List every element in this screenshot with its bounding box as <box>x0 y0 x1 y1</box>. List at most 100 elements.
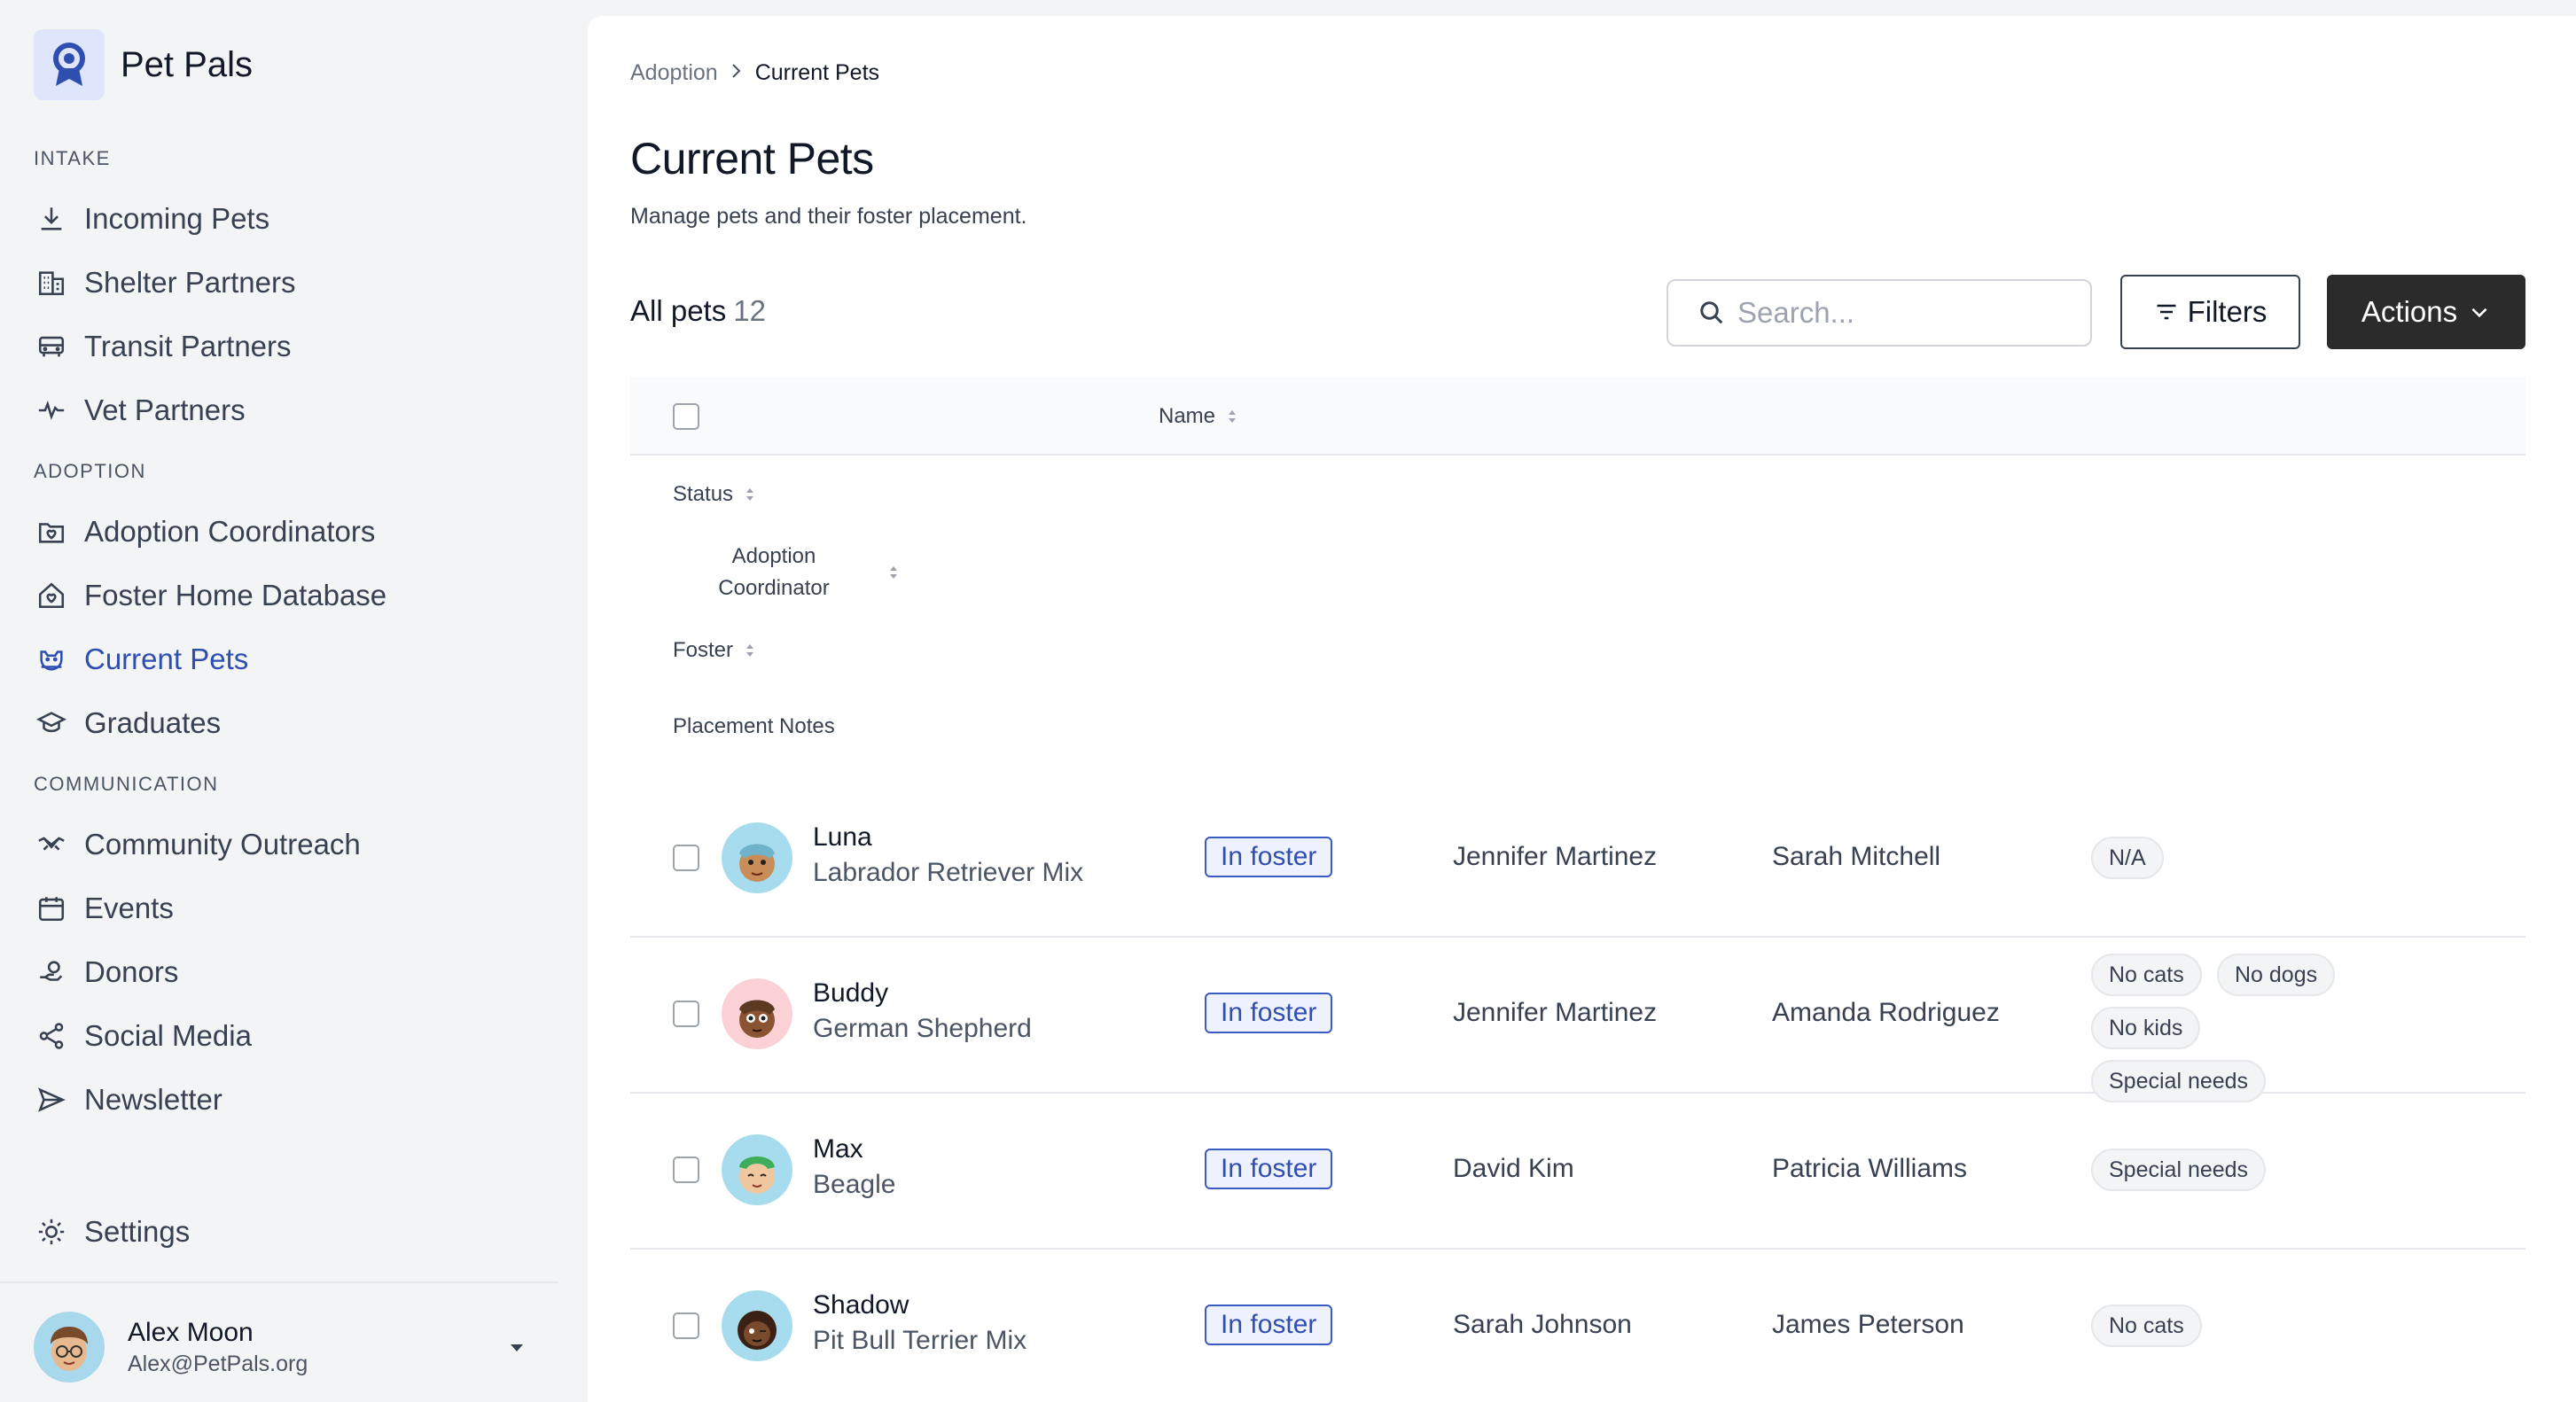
actions-label: Actions <box>2361 295 2458 328</box>
coordinator-cell: Jennifer Martinez <box>1453 842 1658 871</box>
column-header-foster[interactable]: Foster <box>673 638 756 663</box>
nav-label: Foster Home Database <box>84 579 387 611</box>
nav-label: Current Pets <box>84 643 249 675</box>
nav-section-communication: COMMUNICATION <box>34 773 219 795</box>
graduation-cap-icon <box>34 705 69 741</box>
column-label-line1: Adoption <box>731 544 816 568</box>
nav-item-vet-partners[interactable]: Vet Partners <box>34 386 246 435</box>
hand-coin-icon <box>34 954 69 990</box>
nav-item-newsletter[interactable]: Newsletter <box>34 1075 222 1125</box>
page-title: Current Pets <box>630 134 874 183</box>
sort-icon <box>1229 410 1237 423</box>
foster-cell: Sarah Mitchell <box>1772 842 1941 871</box>
note-chip: N/A <box>2091 837 2164 879</box>
nav-item-graduates[interactable]: Graduates <box>34 698 221 748</box>
nav-item-settings[interactable]: Settings <box>34 1207 190 1257</box>
share-icon <box>34 1018 69 1054</box>
select-all-checkbox[interactable] <box>673 403 699 430</box>
row-checkbox[interactable] <box>673 845 699 871</box>
filters-label: Filters <box>2187 295 2268 328</box>
nav-item-foster-home-database[interactable]: Foster Home Database <box>34 571 386 620</box>
nav-item-adoption-coordinators[interactable]: Adoption Coordinators <box>34 507 375 557</box>
nav-item-current-pets[interactable]: Current Pets <box>34 635 248 684</box>
column-header-placement-notes[interactable]: Placement Notes <box>673 714 835 739</box>
row-checkbox[interactable] <box>673 1157 699 1183</box>
column-label: Placement Notes <box>673 714 835 738</box>
filters-button[interactable]: Filters <box>2120 275 2300 349</box>
pet-avatar <box>722 822 792 893</box>
nav-label: Settings <box>84 1215 191 1248</box>
nav-label: Newsletter <box>84 1083 222 1116</box>
user-menu[interactable]: Alex Moon Alex@PetPals.org <box>34 1312 530 1383</box>
pet-avatar <box>722 1290 792 1361</box>
user-name: Alex Moon <box>128 1317 254 1347</box>
note-chip: No kids <box>2091 1007 2201 1049</box>
chevron-right-icon <box>730 62 743 85</box>
breadcrumb: Adoption Current Pets <box>630 60 879 86</box>
breadcrumb-adoption[interactable]: Adoption <box>630 60 718 86</box>
sidebar: Pet Pals INTAKE Incoming Pets Shelter Pa… <box>0 0 558 1402</box>
column-label: Status <box>673 482 734 506</box>
sort-icon[interactable] <box>887 564 900 581</box>
table-row[interactable]: Max Beagle In foster David Kim Patricia … <box>630 1094 2525 1250</box>
nav-label: Vet Partners <box>84 393 246 426</box>
nav-label: Community Outreach <box>84 828 361 861</box>
actions-button[interactable]: Actions <box>2327 275 2525 349</box>
nav-item-transit-partners[interactable]: Transit Partners <box>34 322 292 371</box>
nav-item-events[interactable]: Events <box>34 884 174 933</box>
sort-icon <box>746 644 754 657</box>
filter-lines-icon <box>2157 304 2176 320</box>
home-heart-icon <box>34 578 69 613</box>
sort-icon <box>746 488 754 501</box>
nav-label: Graduates <box>84 706 222 739</box>
nav-item-social-media[interactable]: Social Media <box>34 1011 252 1061</box>
pet-breed: Beagle <box>813 1170 896 1199</box>
nav-item-community-outreach[interactable]: Community Outreach <box>34 820 361 869</box>
sun-gear-icon <box>34 1214 69 1250</box>
pet-breed: German Shepherd <box>813 1014 1032 1043</box>
note-chip: No cats <box>2091 1305 2202 1347</box>
bus-icon <box>34 329 69 364</box>
row-checkbox[interactable] <box>673 1312 699 1339</box>
search-box[interactable] <box>1667 279 2092 347</box>
main-panel: Adoption Current Pets Current Pets Manag… <box>588 16 2576 1402</box>
nav-section-adoption: ADOPTION <box>34 460 146 482</box>
pet-name[interactable]: Buddy <box>813 978 888 1009</box>
nav-item-donors[interactable]: Donors <box>34 947 178 997</box>
column-label: Foster <box>673 638 734 662</box>
status-badge: In foster <box>1205 1305 1333 1345</box>
pet-name[interactable]: Shadow <box>813 1290 909 1320</box>
chevron-down-icon <box>2471 308 2487 318</box>
caret-down-icon[interactable] <box>503 1336 530 1358</box>
page-subtitle: Manage pets and their foster placement. <box>630 204 1027 229</box>
pet-count: All pets 12 <box>630 294 766 328</box>
column-header-status[interactable]: Status <box>673 482 756 507</box>
breadcrumb-current: Current Pets <box>754 60 880 85</box>
brand[interactable]: Pet Pals <box>34 29 253 100</box>
foster-cell: James Peterson <box>1772 1310 1964 1339</box>
dog-icon <box>34 642 69 677</box>
search-input[interactable] <box>1737 296 2074 330</box>
app-name: Pet Pals <box>121 44 253 84</box>
nav-label: Events <box>84 892 174 924</box>
column-label: Name <box>1159 404 1216 428</box>
table-row[interactable]: Shadow Pit Bull Terrier Mix In foster Sa… <box>630 1250 2525 1402</box>
count-value: 12 <box>733 294 766 327</box>
pet-name[interactable]: Luna <box>813 822 872 853</box>
pet-breed: Pit Bull Terrier Mix <box>813 1326 1027 1355</box>
heartbeat-icon <box>34 393 69 428</box>
count-label: All pets <box>630 294 727 327</box>
nav-item-shelter-partners[interactable]: Shelter Partners <box>34 258 295 308</box>
nav-item-incoming-pets[interactable]: Incoming Pets <box>34 194 269 244</box>
status-badge: In foster <box>1205 1149 1333 1189</box>
pet-name[interactable]: Max <box>813 1134 863 1164</box>
building-icon <box>34 265 69 300</box>
table-row[interactable]: Luna Labrador Retriever Mix In foster Je… <box>630 782 2525 938</box>
ribbon-logo-icon <box>34 29 105 100</box>
row-checkbox[interactable] <box>673 1001 699 1027</box>
column-header-coordinator[interactable]: Adoption Coordinator <box>712 541 836 604</box>
table-row[interactable]: Buddy German Shepherd In foster Jennifer… <box>630 938 2525 1102</box>
column-header-name[interactable]: Name <box>1159 404 1238 429</box>
user-avatar <box>34 1312 105 1383</box>
status-badge: In foster <box>1205 837 1333 877</box>
